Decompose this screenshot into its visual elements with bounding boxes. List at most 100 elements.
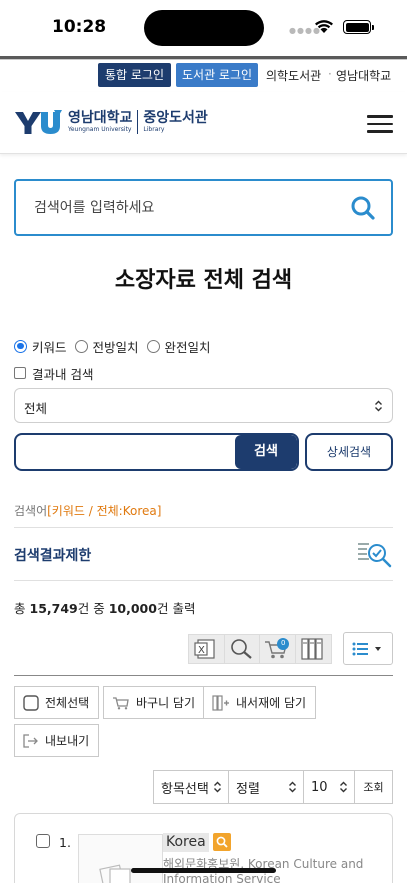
logo-library: 중앙도서관 Library [143,110,207,134]
list-view-icon [352,642,381,655]
result-author-line2: Information Service [163,872,281,883]
result-toolbar: X 0 [188,634,332,664]
radio-prefix-label: 전방일치 [92,339,139,355]
status-bar: 10:28 ●●●● [0,0,407,56]
page-title: 소장자료 전체 검색 [114,268,293,293]
select-all-button[interactable]: 전체선택 [14,686,100,719]
hamburger-menu-icon[interactable] [367,115,393,133]
export-icon [23,733,39,748]
divider [14,527,393,528]
select-all-label: 전체선택 [45,696,90,710]
integrated-login-button[interactable]: 통합 로그인 [98,63,172,87]
result-title-link[interactable]: Korea [163,833,209,852]
export-label: 내보내기 [45,734,90,748]
logo-lib-kr: 중앙도서관 [143,110,208,126]
filter-search-icon[interactable] [357,540,393,568]
logo-divider [137,110,139,134]
logo-univ-kr: 영남대학교 [68,110,133,126]
radio-exact-indicator[interactable] [146,339,160,353]
select-arrows-icon [375,400,382,412]
cart-icon[interactable]: 0 [260,635,296,663]
radio-prefix-match[interactable]: 전방일치 [74,337,139,356]
search-button[interactable]: 검색 [235,435,297,469]
logo-univ-en: Yeungnam University [68,126,132,133]
checkbox-icon [23,694,39,711]
query-summary: 검색어[키워드 / 전체:Korea] [14,502,161,519]
result-checkbox[interactable] [36,834,50,848]
within-results-option[interactable]: 결과내 검색 [14,364,93,382]
keyword-input[interactable] [24,435,234,469]
query-button[interactable]: 조회 [355,771,392,803]
sort-bar: 항목선택 정렬 10 조회 [153,770,393,804]
divider [14,580,393,581]
sort-order-label: 정렬 [236,781,260,797]
select-arrows-icon [340,781,347,793]
within-results-checkbox[interactable] [14,367,26,379]
util-separator: · [328,67,332,81]
sort-order-dropdown[interactable]: 정렬 [229,771,304,803]
dynamic-island [144,10,264,46]
count-prefix: 총 [14,601,26,616]
wifi-icon [315,20,333,33]
result-count: 총 15,749건 중 10,000건 출력 [14,598,195,617]
bookshelf-add-icon [212,694,230,711]
cart-icon [112,696,130,710]
add-to-cart-label: 바구니 담기 [136,696,196,710]
keyword-search-box: 검색 [14,433,299,471]
count-total: 15,749 [29,601,78,616]
cart-badge: 0 [281,639,286,647]
result-filter-title[interactable]: 검색결과제한 [14,545,91,565]
site-header: 영남대학교 Yeungnam University 중앙도서관 Library [0,92,407,154]
result-number: 1. [59,835,71,850]
radio-prefix-indicator[interactable] [74,339,88,353]
magnifier-icon[interactable] [225,635,260,663]
select-arrows-icon [214,781,221,793]
medical-library-link[interactable]: 의학도서관 [266,67,321,84]
within-results-label: 결과내 검색 [32,366,94,382]
export-button[interactable]: 내보내기 [14,724,100,757]
item-select-dropdown[interactable]: 항목선택 [154,771,229,803]
radio-keyword[interactable]: 키워드 [14,337,67,356]
select-arrows-icon [289,781,296,793]
battery-icon [343,20,374,34]
list-view-toggle[interactable] [343,632,393,665]
result-search-icon[interactable] [213,833,231,851]
search-scope-select[interactable]: 전체 [14,388,393,423]
count-mid: 건 중 [77,601,105,616]
query-label: 검색어 [14,504,48,518]
home-indicator[interactable] [131,868,276,873]
add-to-cart-button[interactable]: 바구니 담기 [103,686,206,719]
book-placeholder-icon [99,864,131,883]
top-rule-thin [0,59,407,60]
logo-university: 영남대학교 Yeungnam University [68,110,132,134]
library-logo[interactable]: 영남대학교 Yeungnam University 중앙도서관 Library [14,104,208,140]
university-link[interactable]: 영남대학교 [336,67,391,84]
count-suffix: 건 출력 [156,601,196,616]
radio-exact-match[interactable]: 완전일치 [146,337,211,356]
svg-text:X: X [198,645,205,656]
bookshelf-icon[interactable] [296,635,331,663]
query-term: [키워드 / 전체:Korea] [47,504,162,518]
excel-export-icon[interactable]: X [189,635,225,663]
add-to-bookshelf-label: 내서재에 담기 [236,696,307,710]
utility-bar: 통합 로그인 도서관 로그인 의학도서관 · 영남대학교 [0,62,407,90]
advanced-search-button[interactable]: 상세검색 [305,433,393,471]
logo-lib-en: Library [143,126,165,133]
add-to-bookshelf-button[interactable]: 내서재에 담기 [203,686,317,719]
yu-logo-mark-icon [15,110,62,134]
item-select-label: 항목선택 [161,781,209,797]
search-icon[interactable] [350,195,376,221]
radio-keyword-indicator[interactable] [14,339,27,353]
search-scope-value: 전체 [24,401,48,416]
book-cover-thumbnail[interactable] [78,834,163,883]
radio-exact-label: 완전일치 [164,339,211,355]
library-login-button[interactable]: 도서관 로그인 [176,63,259,87]
count-shown: 10,000 [108,601,157,616]
page-size-value: 10 [311,779,328,795]
status-time: 10:28 [52,17,107,37]
radio-keyword-label: 키워드 [32,339,67,355]
toolbar-divider [14,675,393,676]
main-search-box [14,179,393,236]
main-search-input[interactable] [34,181,344,234]
page-size-dropdown[interactable]: 10 [304,771,355,803]
